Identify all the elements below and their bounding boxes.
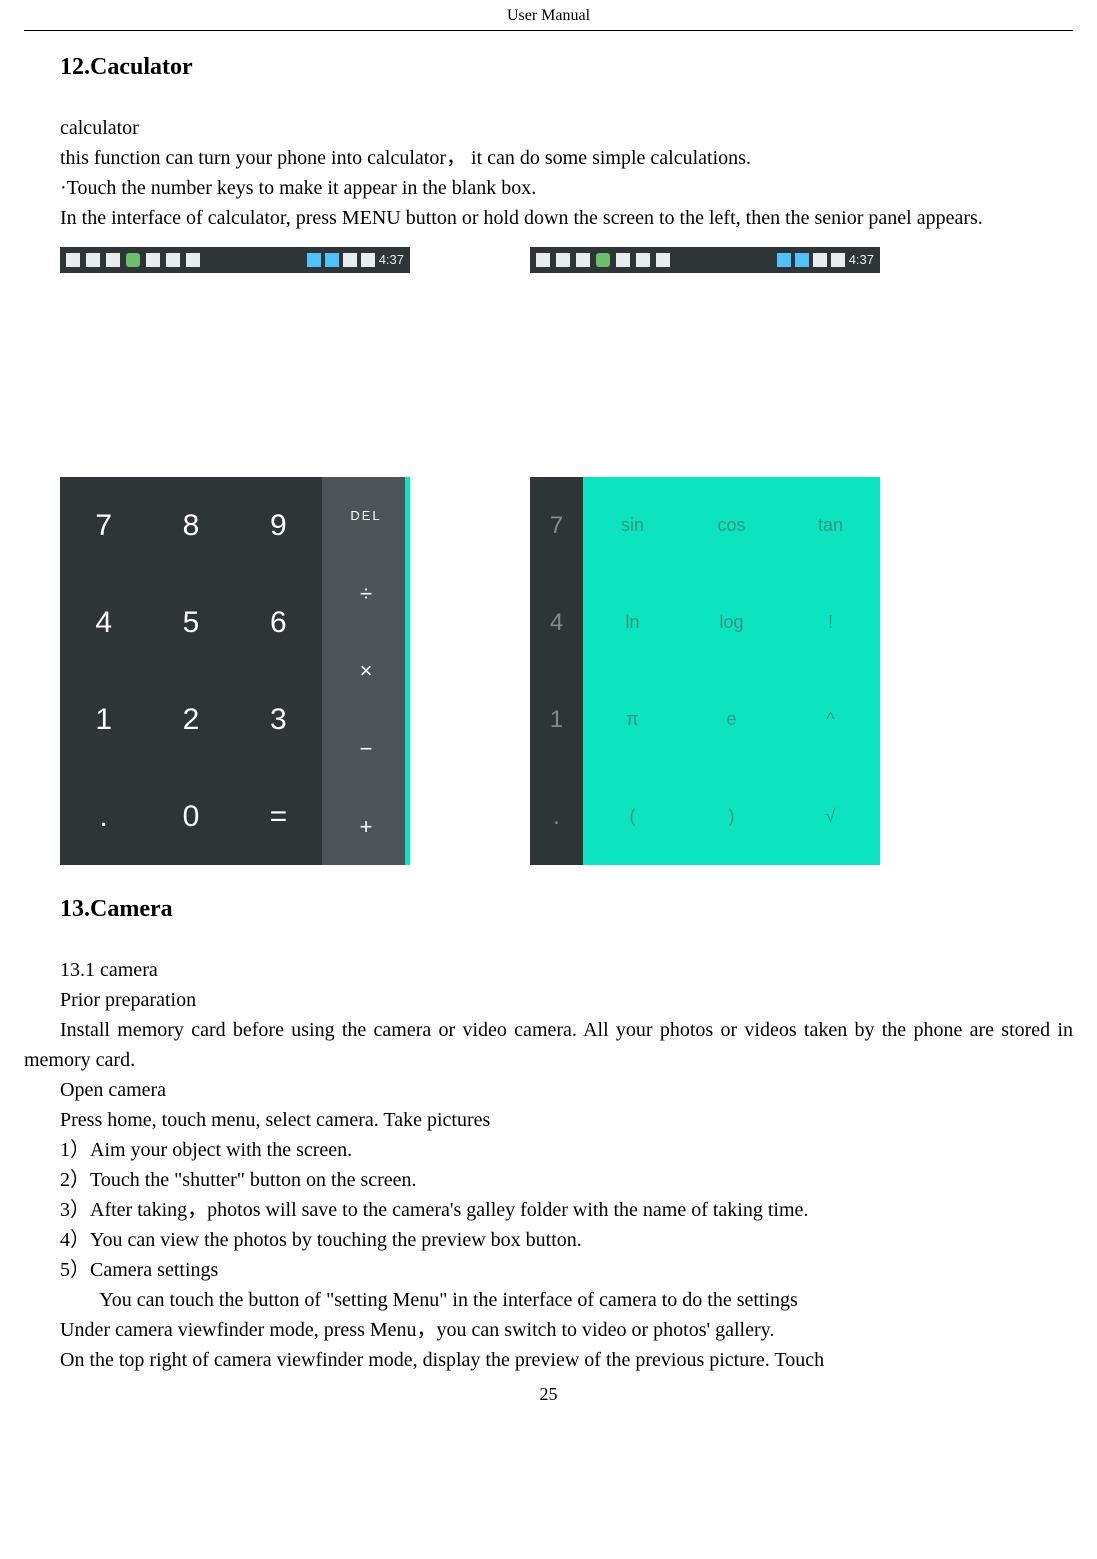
chat-icon — [636, 253, 650, 267]
key-7[interactable]: 7 — [60, 477, 147, 574]
mail-icon — [106, 253, 120, 267]
status-time: 4:37 — [849, 250, 874, 270]
calc-display[interactable] — [60, 273, 410, 477]
key-delete[interactable]: DEL — [322, 477, 410, 555]
key-rparen[interactable]: ) — [682, 768, 781, 865]
key-dot[interactable]: . — [60, 768, 147, 865]
senior-panel-peek[interactable] — [405, 477, 410, 865]
calc-display[interactable] — [530, 273, 880, 477]
notification-icon — [536, 253, 550, 267]
page-header-title: User Manual — [24, 0, 1073, 31]
key-4[interactable]: 4 — [530, 574, 583, 671]
camera-step-1: 1）Aim your object with the screen. — [24, 1135, 1073, 1165]
status-bar: 4:37 — [530, 247, 880, 273]
camera-step-2: 2）Touch the "shutter" button on the scre… — [24, 1165, 1073, 1195]
app-icon — [126, 253, 140, 267]
charge-icon — [656, 253, 670, 267]
key-1[interactable]: 1 — [530, 671, 583, 768]
key-sqrt[interactable]: √ — [781, 768, 880, 865]
camera-step-4: 4）You can view the photos by touching th… — [24, 1225, 1073, 1255]
phone-screenshot-scientific: 4:37 7 4 1 . sin cos tan ln log ! — [530, 247, 880, 865]
usb-icon — [146, 253, 160, 267]
key-8[interactable]: 8 — [147, 477, 234, 574]
key-4[interactable]: 4 — [60, 574, 147, 671]
key-9[interactable]: 9 — [235, 477, 322, 574]
key-2[interactable]: 2 — [147, 671, 234, 768]
key-minus[interactable]: − — [322, 710, 410, 788]
camera-viewfinder-2: On the top right of camera viewfinder mo… — [24, 1345, 1073, 1375]
camera-sub: 13.1 camera — [24, 955, 1073, 985]
key-6[interactable]: 6 — [235, 574, 322, 671]
key-sin[interactable]: sin — [583, 477, 682, 574]
camera-prep-heading: Prior preparation — [24, 985, 1073, 1015]
calc-subtitle: calculator — [24, 113, 1073, 143]
battery-icon — [361, 253, 375, 267]
key-power[interactable]: ^ — [781, 671, 880, 768]
wifi-icon — [325, 253, 339, 267]
key-3[interactable]: 3 — [235, 671, 322, 768]
clock-icon — [307, 253, 321, 267]
charge-icon — [186, 253, 200, 267]
clock-icon — [777, 253, 791, 267]
camera-settings-note: You can touch the button of "setting Men… — [24, 1285, 1073, 1315]
key-dot[interactable]: . — [530, 768, 583, 865]
camera-step-3: 3）After taking，photos will save to the c… — [24, 1195, 1073, 1225]
calc-desc-3: In the interface of calculator, press ME… — [24, 203, 1073, 233]
key-multiply[interactable]: × — [322, 632, 410, 710]
page-number: 25 — [0, 1381, 1097, 1408]
key-log[interactable]: log — [682, 574, 781, 671]
status-bar: 4:37 — [60, 247, 410, 273]
status-time: 4:37 — [379, 250, 404, 270]
chat-icon — [166, 253, 180, 267]
alarm-icon — [86, 253, 100, 267]
mail-icon — [576, 253, 590, 267]
key-e[interactable]: e — [682, 671, 781, 768]
phone-screenshot-basic: 4:37 7 8 9 4 5 6 1 2 3 . 0 = — [60, 247, 410, 865]
calc-desc-2: ·Touch the number keys to make it appear… — [24, 173, 1073, 203]
section-12-heading: 12.Caculator — [60, 49, 1073, 85]
camera-viewfinder-1: Under camera viewfinder mode, press Menu… — [24, 1315, 1073, 1345]
key-pi[interactable]: π — [583, 671, 682, 768]
camera-open-heading: Open camera — [24, 1075, 1073, 1105]
camera-open-text: Press home, touch menu, select camera. T… — [24, 1105, 1073, 1135]
alarm-icon — [556, 253, 570, 267]
notification-icon — [66, 253, 80, 267]
calculator-screenshots: 4:37 7 8 9 4 5 6 1 2 3 . 0 = — [24, 233, 1073, 879]
key-divide[interactable]: ÷ — [322, 555, 410, 633]
usb-icon — [616, 253, 630, 267]
key-1[interactable]: 1 — [60, 671, 147, 768]
key-lparen[interactable]: ( — [583, 768, 682, 865]
key-5[interactable]: 5 — [147, 574, 234, 671]
signal-icon — [343, 253, 357, 267]
key-plus[interactable]: + — [322, 787, 410, 865]
battery-icon — [831, 253, 845, 267]
calc-desc-1: this function can turn your phone into c… — [24, 143, 1073, 173]
camera-prep-text: Install memory card before using the cam… — [24, 1015, 1073, 1075]
key-cos[interactable]: cos — [682, 477, 781, 574]
key-7[interactable]: 7 — [530, 477, 583, 574]
key-factorial[interactable]: ! — [781, 574, 880, 671]
signal-icon — [813, 253, 827, 267]
key-equals[interactable]: = — [235, 768, 322, 865]
wifi-icon — [795, 253, 809, 267]
key-ln[interactable]: ln — [583, 574, 682, 671]
camera-step-5: 5）Camera settings — [24, 1255, 1073, 1285]
key-0[interactable]: 0 — [147, 768, 234, 865]
key-tan[interactable]: tan — [781, 477, 880, 574]
section-13-heading: 13.Camera — [60, 891, 1073, 927]
app-icon — [596, 253, 610, 267]
